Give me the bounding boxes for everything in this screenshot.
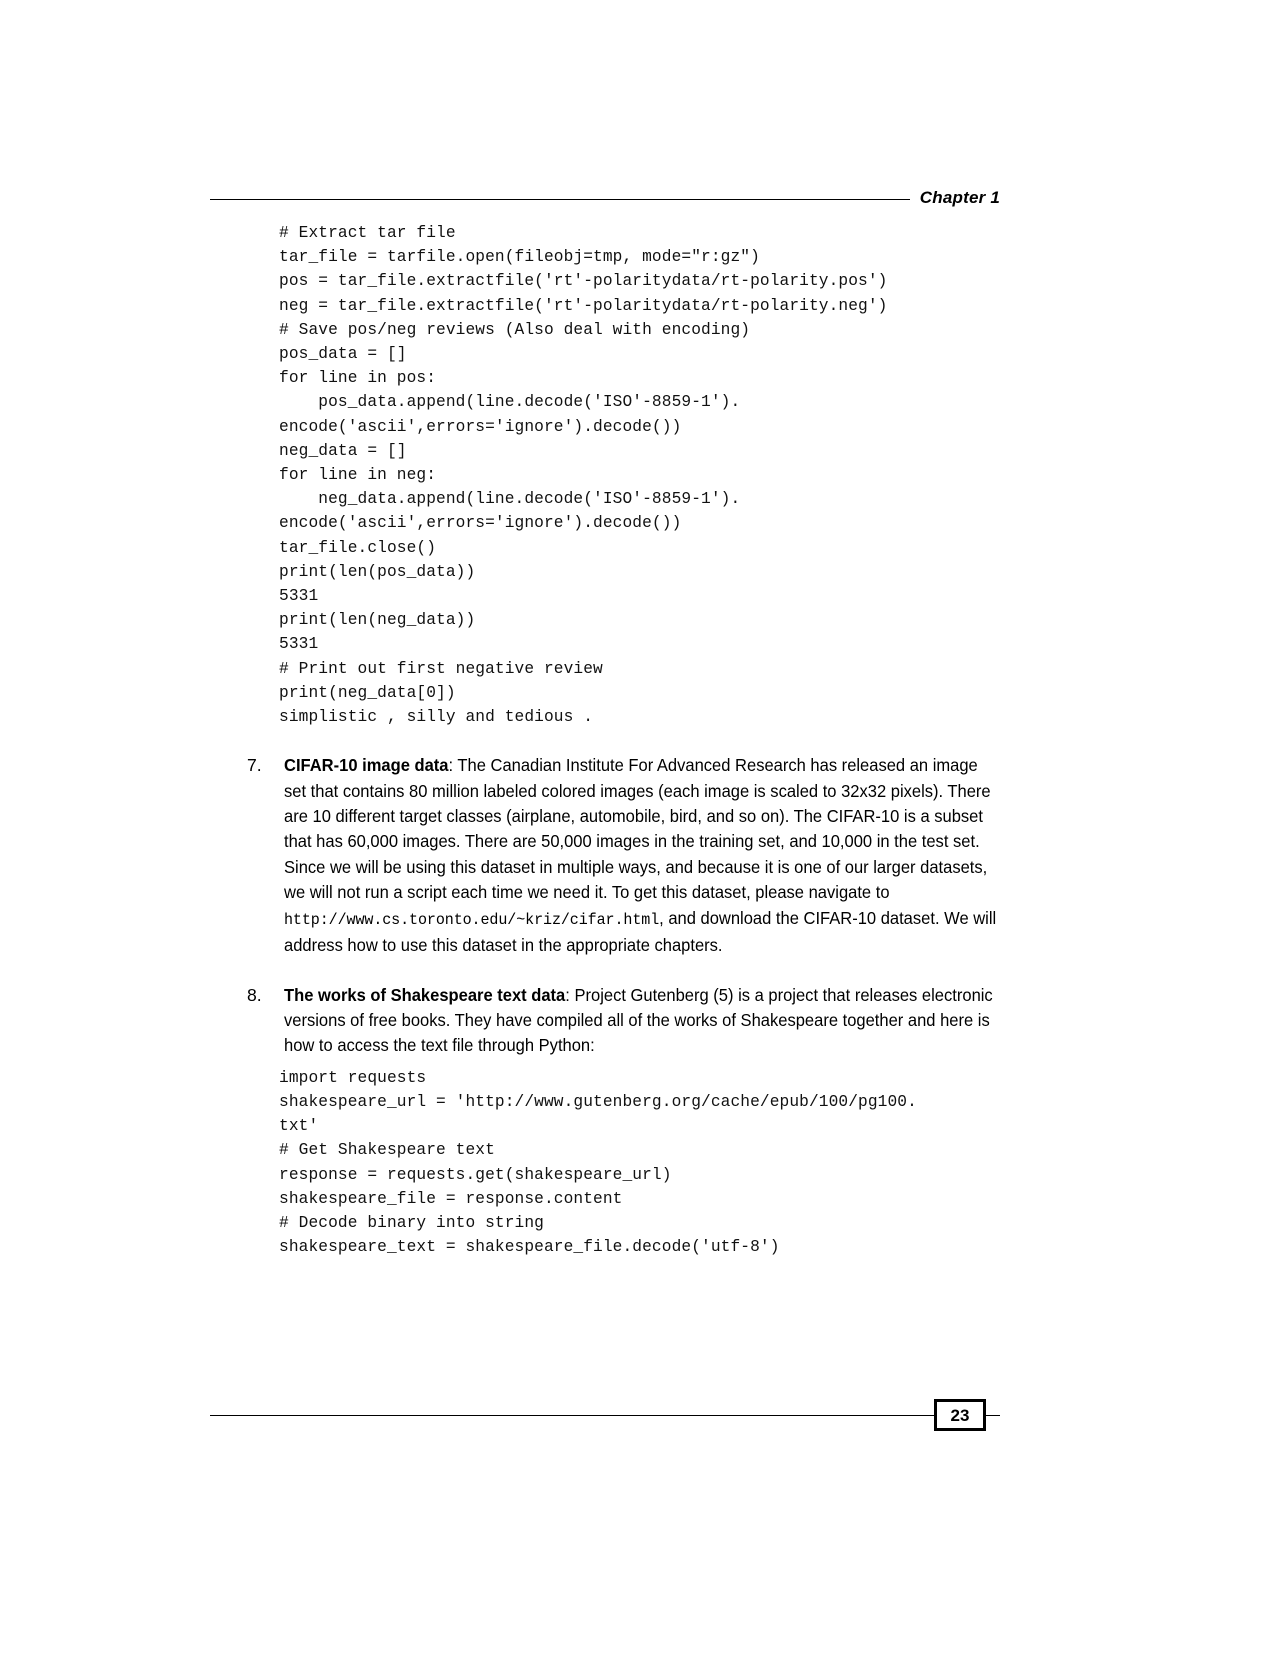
code-line: # Decode binary into string xyxy=(279,1213,544,1232)
code-line: import requests xyxy=(279,1068,427,1087)
code-line: shakespeare_text = shakespeare_file.deco… xyxy=(279,1238,780,1257)
footer-rule-right xyxy=(986,1414,1000,1416)
list-item-text-1: : The Canadian Institute For Advanced Re… xyxy=(284,755,991,903)
code-line: simplistic , silly and tedious . xyxy=(279,708,594,727)
code-line: tar_file.close() xyxy=(279,538,437,557)
header-rule xyxy=(210,198,910,200)
code-line: print(len(pos_data)) xyxy=(279,562,476,581)
list-marker: 7. xyxy=(247,755,262,776)
code-line: pos_data.append(line.decode('ISO'-8859-1… xyxy=(279,393,741,412)
chapter-label: Chapter 1 xyxy=(919,188,1000,207)
code-line: neg_data = [] xyxy=(279,441,407,460)
code-line: neg = tar_file.extractfile('rt'-polarity… xyxy=(279,296,888,315)
code-line: # Extract tar file xyxy=(279,224,456,242)
document-page: Chapter 1 # Extract tar file tar_file = t… xyxy=(0,0,1280,1656)
page-content: # Extract tar file tar_file = tarfile.ope… xyxy=(210,218,1000,1259)
code-line: shakespeare_file = response.content xyxy=(279,1189,623,1208)
code-block-extract-tar: # Extract tar file tar_file = tarfile.ope… xyxy=(279,221,1000,729)
list-item-body: The works of Shakespeare text data: Proj… xyxy=(284,983,1000,1059)
cifar-dataset-url: http://www.cs.toronto.edu/~kriz/cifar.ht… xyxy=(284,910,660,929)
code-line: tar_file = tarfile.open(fileobj=tmp, mod… xyxy=(279,248,760,267)
page-footer: 23 xyxy=(210,1398,1000,1432)
code-line: txt' xyxy=(279,1117,319,1136)
list-item-lead: The works of Shakespeare text data xyxy=(284,984,566,1005)
code-line: 5331 xyxy=(279,587,319,606)
page-number: 23 xyxy=(934,1399,986,1431)
footer-rule-left xyxy=(210,1414,934,1416)
list-item: 8. The works of Shakespeare text data: P… xyxy=(210,983,1000,1059)
code-line: for line in pos: xyxy=(279,369,437,388)
code-line: encode('ascii',errors='ignore').decode()… xyxy=(279,417,682,436)
code-line: print(len(neg_data)) xyxy=(279,611,476,630)
code-line: for line in neg: xyxy=(279,466,437,485)
list-marker: 8. xyxy=(247,984,262,1005)
code-line: print(neg_data[0]) xyxy=(279,683,456,702)
code-block-shakespeare: import requests shakespeare_url = 'http:/… xyxy=(279,1066,1000,1260)
code-line: # Get Shakespeare text xyxy=(279,1141,495,1160)
code-line: neg_data.append(line.decode('ISO'-8859-1… xyxy=(279,490,741,509)
list-item-lead: CIFAR-10 image data xyxy=(284,755,449,776)
code-line: # Print out first negative review xyxy=(279,659,603,678)
page-header: Chapter 1 xyxy=(210,183,1000,213)
code-line: response = requests.get(shakespeare_url) xyxy=(279,1165,672,1184)
list-item-body: CIFAR-10 image data: The Canadian Instit… xyxy=(284,753,1000,958)
code-line: pos_data = [] xyxy=(279,345,407,364)
code-line: pos = tar_file.extractfile('rt'-polarity… xyxy=(279,272,888,291)
list-item: 7. CIFAR-10 image data: The Canadian Ins… xyxy=(210,753,1000,958)
code-line: shakespeare_url = 'http://www.gutenberg.… xyxy=(279,1092,917,1111)
code-line: 5331 xyxy=(279,635,319,654)
code-line: encode('ascii',errors='ignore').decode()… xyxy=(279,514,682,533)
code-line: # Save pos/neg reviews (Also deal with e… xyxy=(279,320,751,339)
